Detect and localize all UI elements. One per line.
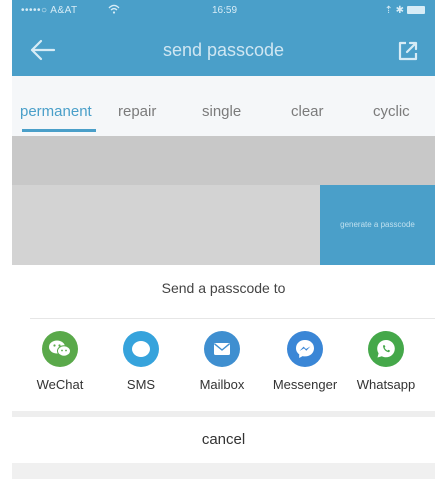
tab-cyclic[interactable]: cyclic [373, 103, 410, 120]
tab-single[interactable]: single [202, 103, 241, 120]
tab-bar: permanent repair single clear cyclic [12, 76, 435, 136]
share-option-label: Whatsapp [356, 377, 416, 392]
share-sheet-title: Send a passcode to [161, 280, 286, 296]
tab-permanent[interactable]: permanent [20, 103, 92, 120]
wifi-icon [108, 4, 120, 17]
share-sheet: Send a passcode to WeChat SMS Mailbox Me… [12, 265, 435, 479]
share-option-label: Mailbox [199, 377, 245, 392]
active-tab-indicator [22, 129, 96, 132]
tab-clear[interactable]: clear [291, 103, 324, 120]
share-sheet-divider [30, 318, 435, 319]
page-title: send passcode [162, 40, 285, 60]
share-export-icon [398, 41, 418, 61]
share-option-whatsapp[interactable]: Whatsapp [346, 331, 426, 392]
sms-icon [123, 331, 159, 367]
header: •••••○ A&AT 16:59 ⇡ ✱ send passcode [12, 0, 435, 76]
dimmed-overlay [12, 136, 435, 185]
share-option-label: WeChat [36, 377, 84, 392]
status-indicators: ⇡ ✱ [384, 5, 404, 16]
carrier-label: •••••○ A&AT [21, 5, 78, 16]
share-option-mailbox[interactable]: Mailbox [182, 331, 262, 392]
share-option-label: Messenger [272, 377, 338, 392]
share-option-sms[interactable]: SMS [101, 331, 181, 392]
battery-icon [407, 6, 425, 14]
tab-repair[interactable]: repair [118, 103, 156, 120]
status-time: 16:59 [212, 5, 238, 16]
screen: •••••○ A&AT 16:59 ⇡ ✱ send passcode perm… [12, 0, 435, 479]
messenger-icon [287, 331, 323, 367]
status-right: ⇡ ✱ [384, 5, 425, 16]
bottom-strip [12, 463, 435, 479]
mail-icon [204, 331, 240, 367]
share-option-messenger[interactable]: Messenger [265, 331, 345, 392]
dimmed-content [12, 185, 320, 265]
cancel-button[interactable]: cancel [12, 417, 435, 463]
share-option-wechat[interactable]: WeChat [20, 331, 100, 392]
status-bar: •••••○ A&AT 16:59 ⇡ ✱ [12, 0, 435, 22]
share-button[interactable] [395, 38, 421, 64]
wechat-icon [42, 331, 78, 367]
generate-passcode-button[interactable]: generate a passcode [320, 185, 435, 265]
share-option-label: SMS [126, 377, 156, 392]
whatsapp-icon [368, 331, 404, 367]
